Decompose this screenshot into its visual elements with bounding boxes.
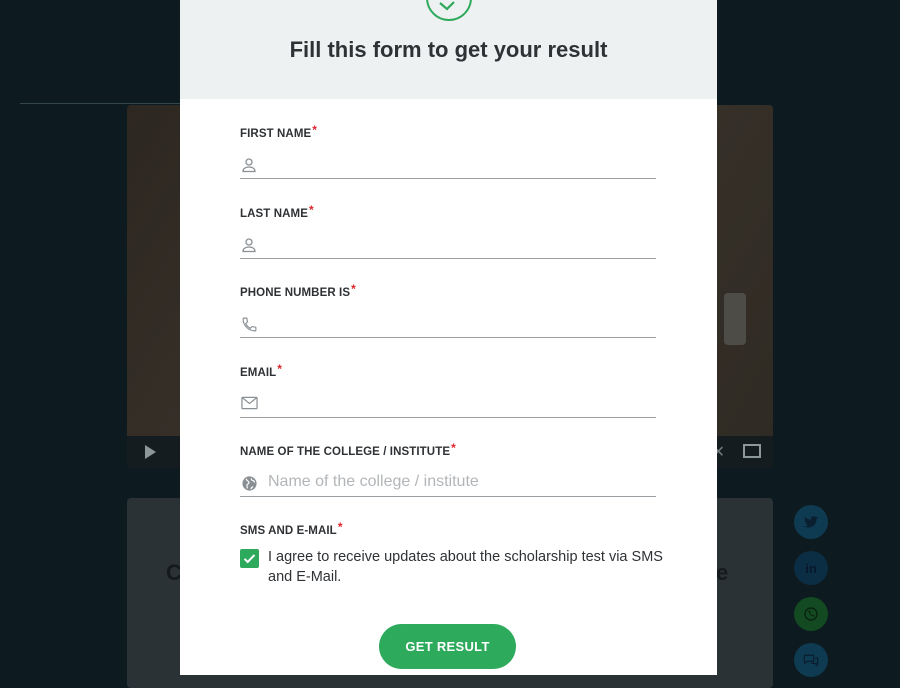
consent-row: I agree to receive updates about the sch… [240, 548, 670, 587]
required-marker: * [337, 520, 343, 534]
required-marker: * [451, 441, 456, 455]
email-row [240, 391, 656, 418]
first-name-input[interactable] [268, 152, 656, 176]
divider [20, 103, 180, 104]
sms-email-label: SMS AND E-MAIL* [240, 520, 343, 537]
last-name-field: LAST NAME* [240, 203, 656, 259]
required-marker: * [308, 203, 314, 217]
college-label: NAME OF THE COLLEGE / INSTITUTE* [240, 441, 456, 458]
phone-number-row [240, 311, 656, 338]
first-name-label: FIRST NAME* [240, 123, 318, 140]
last-name-row [240, 232, 656, 259]
globe-icon [241, 475, 258, 497]
email-label: EMAIL* [240, 362, 283, 379]
consent-text: I agree to receive updates about the sch… [268, 549, 663, 585]
whatsapp-icon [794, 597, 828, 631]
first-name-row [240, 152, 656, 179]
modal-header: Fill this form to get your result [180, 0, 717, 99]
last-name-label: LAST NAME* [240, 203, 314, 220]
card-text-fragment: e [716, 560, 729, 585]
sms-email-field: SMS AND E-MAIL* [240, 520, 656, 537]
college-input[interactable] [268, 470, 656, 494]
first-name-field: FIRST NAME* [240, 123, 656, 179]
phone-number-input[interactable] [268, 311, 656, 335]
consent-checkbox[interactable] [240, 549, 259, 568]
required-marker: * [277, 362, 283, 376]
last-name-input[interactable] [268, 232, 656, 256]
phone-number-label: PHONE NUMBER IS* [240, 282, 356, 299]
background-image-object [724, 293, 746, 345]
required-marker: * [351, 282, 356, 296]
phone-number-field: PHONE NUMBER IS* [240, 282, 656, 338]
email-field: EMAIL* [240, 362, 656, 418]
play-icon [145, 445, 156, 459]
get-result-button[interactable]: GET RESULT [379, 624, 516, 669]
required-marker: * [312, 123, 318, 137]
result-form-modal: Fill this form to get your result FIRST … [180, 0, 717, 675]
mail-icon [241, 396, 258, 415]
person-icon [241, 157, 257, 178]
twitter-icon [794, 505, 828, 539]
college-row [240, 470, 656, 497]
college-field: NAME OF THE COLLEGE / INSTITUTE* [240, 441, 656, 497]
email-input[interactable] [268, 391, 656, 415]
fullscreen-icon [743, 444, 761, 458]
phone-icon [241, 316, 258, 338]
comment-icon [794, 643, 828, 677]
person-icon [241, 237, 257, 258]
checkmark-badge-icon [426, 0, 472, 21]
modal-title: Fill this form to get your result [289, 37, 608, 62]
linkedin-icon: in [794, 551, 828, 585]
